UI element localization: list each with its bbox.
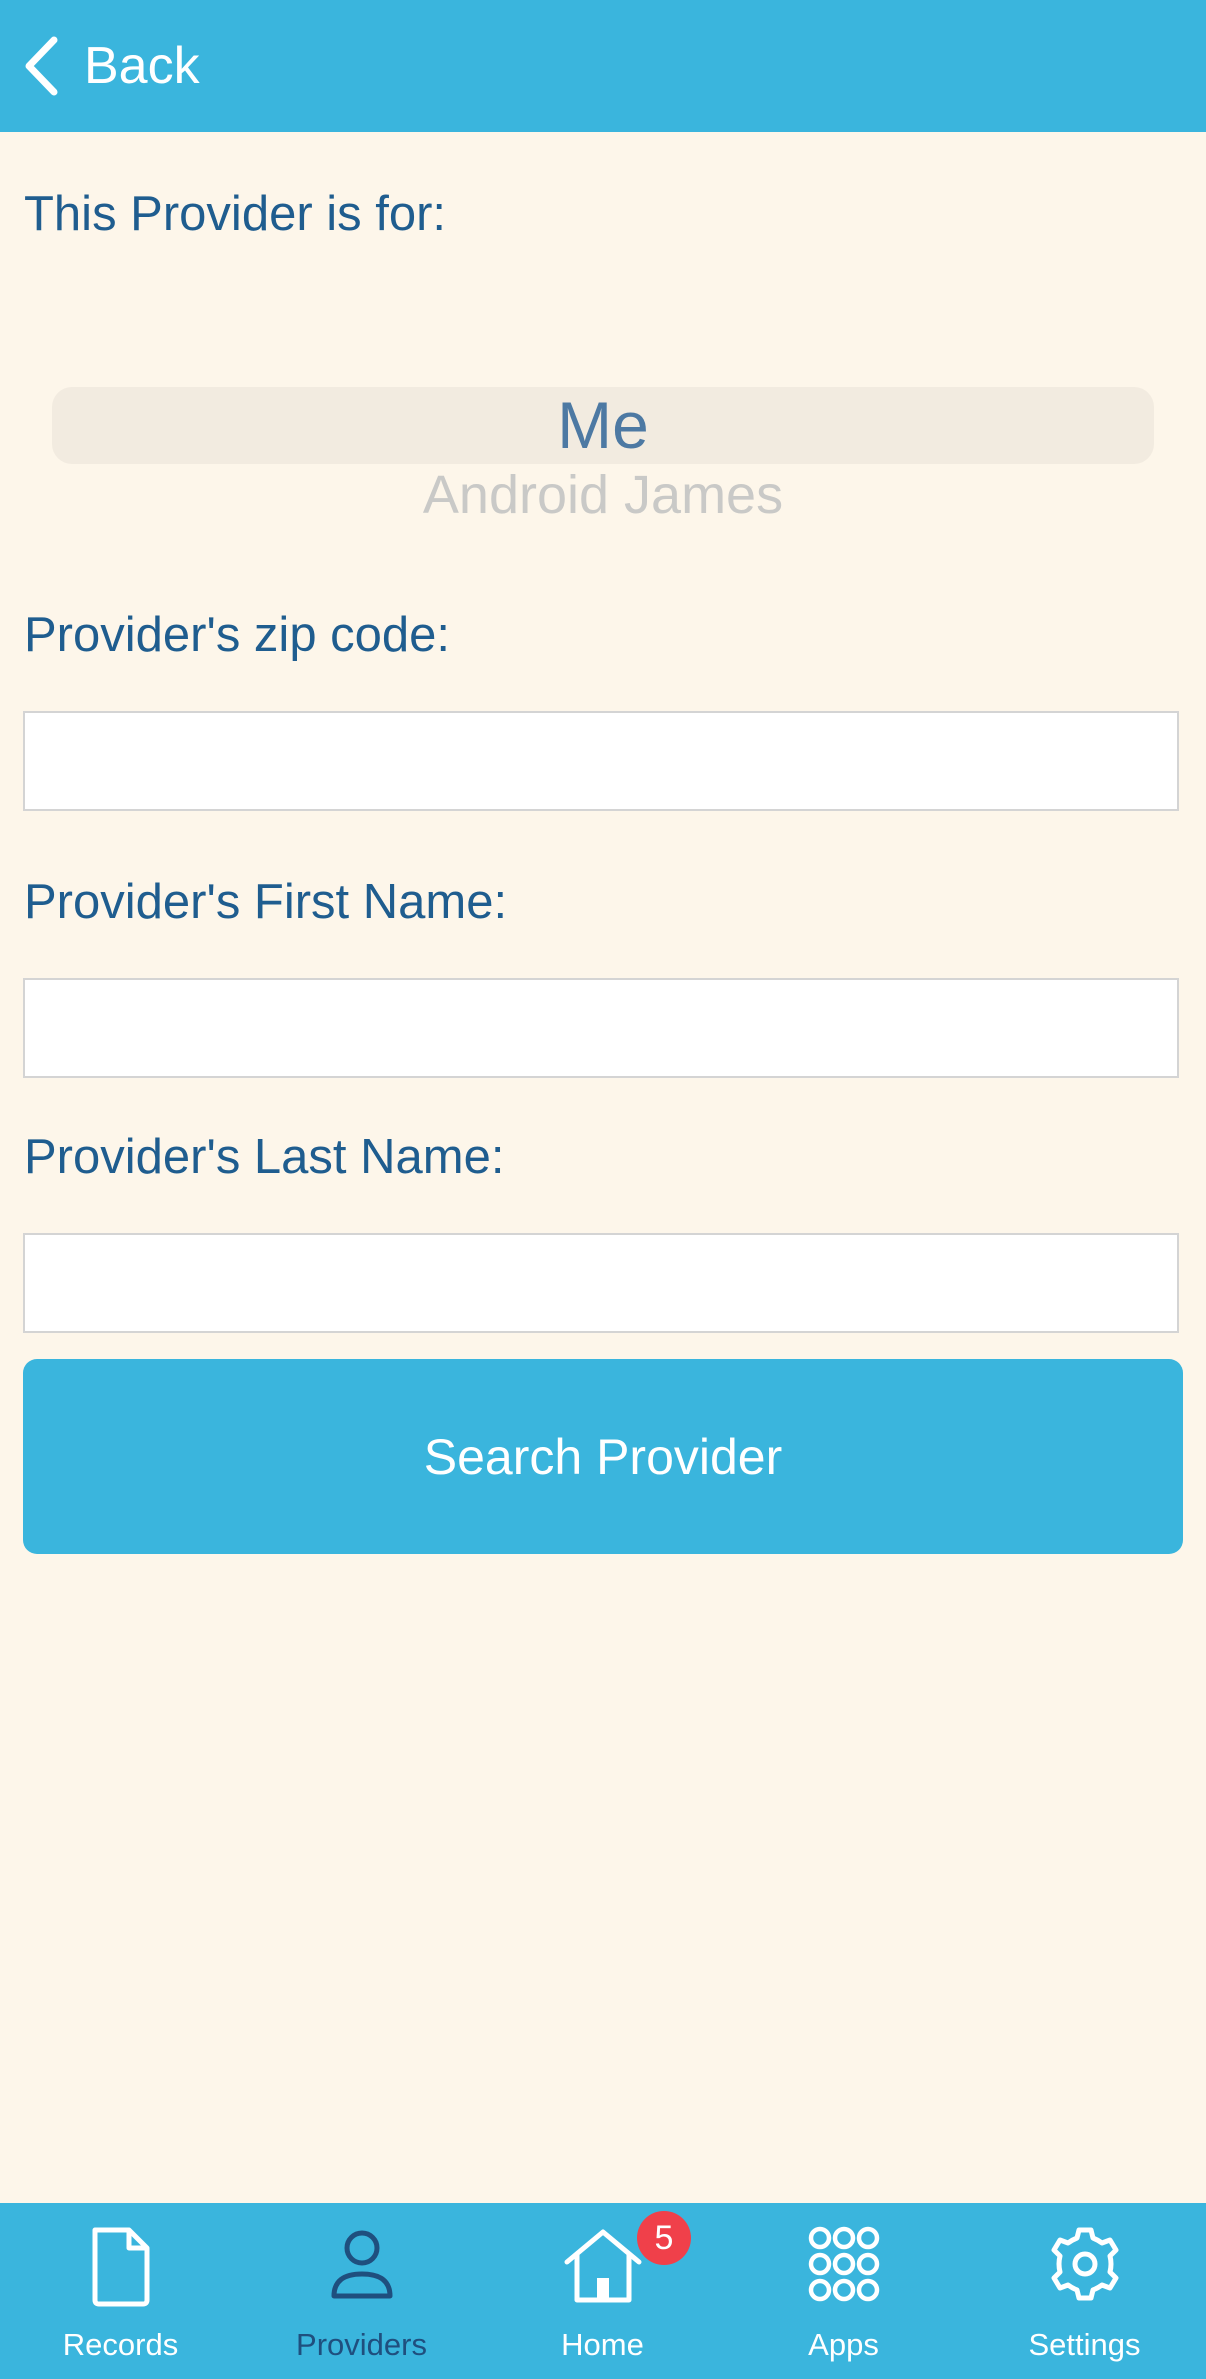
notification-badge: 5: [637, 2211, 691, 2265]
zip-code-label: Provider's zip code:: [24, 608, 451, 662]
back-label: Back: [84, 37, 200, 95]
tab-records[interactable]: Records: [0, 2203, 241, 2379]
tab-settings[interactable]: Settings: [964, 2203, 1205, 2379]
last-name-label: Provider's Last Name:: [24, 1130, 505, 1184]
grid-icon: [802, 2224, 886, 2308]
back-button[interactable]: Back: [22, 30, 200, 102]
person-icon: [320, 2224, 404, 2308]
home-icon: [561, 2224, 645, 2308]
gear-icon: [1043, 2224, 1127, 2308]
tab-providers[interactable]: Providers: [241, 2203, 482, 2379]
provider-for-label: This Provider is for:: [24, 187, 447, 241]
top-bar: Back: [0, 0, 1206, 132]
tab-label-home: Home: [561, 2327, 644, 2362]
document-icon: [79, 2224, 163, 2308]
tab-apps[interactable]: Apps: [723, 2203, 964, 2379]
picker-option-selected[interactable]: Me: [52, 392, 1154, 458]
tab-label-settings: Settings: [1028, 2327, 1141, 2362]
last-name-input[interactable]: [23, 1233, 1179, 1333]
first-name-input[interactable]: [23, 978, 1179, 1078]
search-provider-button[interactable]: Search Provider: [23, 1359, 1183, 1554]
tab-bar: Records Providers Home Apps Settings: [0, 2203, 1206, 2379]
picker-option-next[interactable]: Android James: [52, 468, 1154, 522]
zip-code-input[interactable]: [23, 711, 1179, 811]
first-name-label: Provider's First Name:: [24, 875, 508, 929]
tab-label-providers: Providers: [296, 2327, 427, 2362]
chevron-left-icon: [22, 36, 60, 96]
tab-label-records: Records: [62, 2327, 179, 2362]
tab-label-apps: Apps: [808, 2327, 879, 2362]
